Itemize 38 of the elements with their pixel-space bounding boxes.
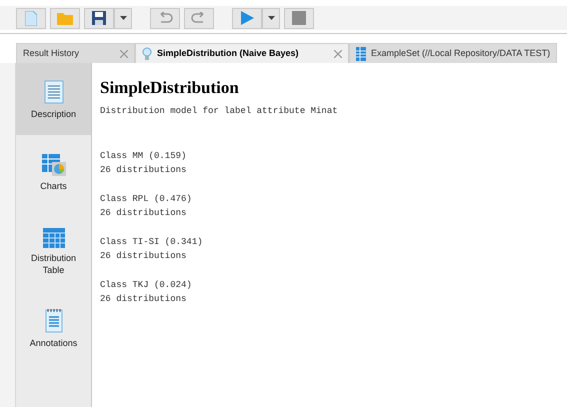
model-description: Distribution model for label attribute Minat <box>100 105 339 118</box>
sidebar-item[interactable]: Annotations <box>16 292 91 364</box>
tab[interactable]: Result History <box>16 43 135 63</box>
sidebar-item[interactable]: Charts <box>16 135 91 207</box>
lightbulb-icon <box>142 46 152 60</box>
stop-icon <box>292 11 306 25</box>
save-button[interactable] <box>84 8 114 28</box>
sidebar-item[interactable]: Distribution Table <box>16 207 91 292</box>
page-icon <box>25 10 37 26</box>
folder-icon <box>57 12 73 24</box>
dropdown-button[interactable] <box>114 8 132 28</box>
class-name: Class TKJ (0.024) <box>100 278 193 292</box>
class-name: Class TI-SI (0.341) <box>100 236 204 248</box>
class-name: Class MM (0.159) <box>100 150 188 162</box>
close-icon[interactable] <box>334 50 342 58</box>
sidebar-item[interactable]: Description <box>16 63 91 135</box>
close-icon[interactable] <box>120 50 128 58</box>
model-title: SimpleDistribution <box>100 77 240 99</box>
tab[interactable]: ExampleSet (//Local Repository/DATA TEST) <box>349 43 558 63</box>
class-detail: 26 distributions <box>100 206 188 220</box>
tab[interactable]: SimpleDistribution (Naive Bayes) <box>135 43 349 63</box>
table-icon <box>356 46 366 60</box>
chart-table-icon <box>42 154 66 176</box>
class-detail: 26 distributions <box>100 292 188 306</box>
class-detail: 26 distributions <box>100 250 188 262</box>
class-detail: 26 distributions <box>100 164 188 176</box>
class-name: Class RPL (0.476) <box>100 192 193 206</box>
new-file-button[interactable] <box>16 8 46 28</box>
table-icon <box>42 228 64 248</box>
dropdown-button[interactable] <box>262 8 280 28</box>
caret-icon <box>120 16 126 20</box>
caret-icon <box>268 16 274 20</box>
floppy-icon <box>92 11 106 25</box>
notepad-icon <box>44 307 62 333</box>
document-icon <box>44 80 64 104</box>
play-icon <box>240 11 254 25</box>
redo-button[interactable] <box>184 8 214 28</box>
undo-button[interactable] <box>150 8 180 28</box>
